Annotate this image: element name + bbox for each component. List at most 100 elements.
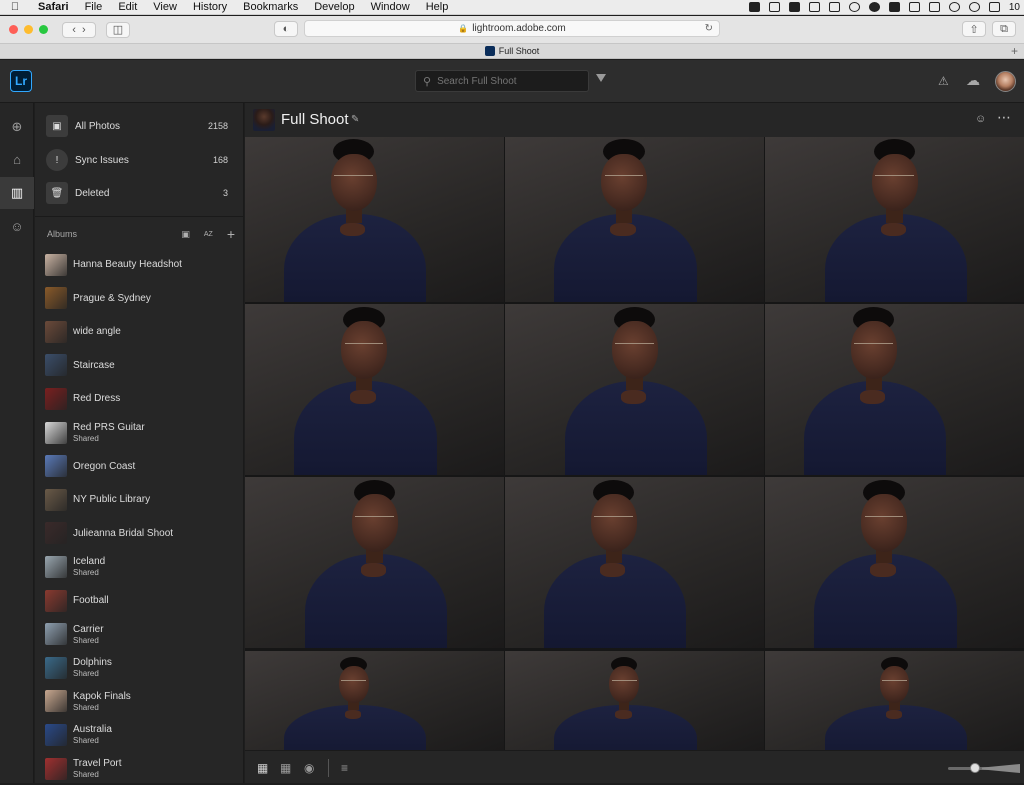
photo-face-shape [871, 153, 918, 211]
sort-albums-button[interactable]: AZ [204, 231, 213, 238]
album-item[interactable]: Hanna Beauty Headshot [35, 248, 244, 281]
photo-thumbnail[interactable] [245, 651, 504, 750]
lightroom-favicon-icon [484, 46, 495, 56]
privacy-report-icon[interactable]: ◐ [274, 21, 298, 37]
photo-thumbnail[interactable] [505, 137, 764, 302]
album-item[interactable]: Iceland Shared [35, 550, 244, 583]
menu-safari[interactable]: Safari [30, 1, 77, 13]
tab-full-shoot[interactable]: Full Shoot [499, 46, 540, 56]
album-name: Hanna Beauty Headshot [73, 259, 182, 270]
detail-view-icon[interactable]: ◉ [304, 761, 314, 775]
photo-thumbnail[interactable] [245, 477, 504, 648]
library-item-sync-issues[interactable]: ! Sync Issues 168 [35, 145, 244, 175]
filter-icon[interactable] [596, 74, 606, 82]
camera-icon[interactable] [788, 2, 800, 12]
album-item[interactable]: Carrier Shared [35, 618, 244, 651]
photo-thumbnail[interactable] [765, 477, 1024, 648]
menu-view[interactable]: View [145, 1, 185, 13]
album-item[interactable]: Travel Port Shared [35, 752, 244, 785]
photo-thumbnail[interactable] [765, 137, 1024, 302]
album-item[interactable]: Oregon Coast [35, 450, 244, 483]
reload-icon[interactable]: ↻ [705, 23, 713, 34]
lightroom-logo[interactable]: Lr [10, 70, 32, 92]
album-item[interactable]: NY Public Library [35, 483, 244, 516]
album-text: Red PRS Guitar Shared [73, 422, 145, 443]
photo-grid-view-icon[interactable]: ▦ [280, 761, 291, 775]
photo-thumbnail[interactable] [505, 477, 764, 648]
more-options-icon[interactable]: ⋯ [997, 109, 1012, 126]
album-item[interactable]: Australia Shared [35, 718, 244, 751]
album-item[interactable]: Prague & Sydney [35, 282, 244, 315]
photo-glasses-shape [334, 175, 374, 177]
photo-thumbnail[interactable] [245, 137, 504, 302]
airplay-icon[interactable] [928, 2, 940, 12]
menu-history[interactable]: History [185, 1, 235, 13]
drop-icon[interactable] [868, 2, 880, 12]
monitor-icon[interactable] [908, 2, 920, 12]
people-icon[interactable]: ☺ [9, 219, 25, 235]
search-input[interactable] [437, 75, 578, 87]
tabs-overview-icon[interactable]: ⧉ [992, 21, 1016, 37]
menu-file[interactable]: File [77, 1, 111, 13]
library-item-label: Sync Issues [75, 154, 129, 166]
photo-thumbnail[interactable] [505, 304, 764, 475]
album-item[interactable]: wide angle [35, 315, 244, 348]
photo-thumbnail[interactable] [505, 651, 764, 750]
display-icon[interactable] [828, 2, 840, 12]
square-grid-view-icon[interactable]: ▦ [257, 761, 268, 775]
info-icon[interactable] [848, 2, 860, 12]
album-item[interactable]: Red Dress [35, 382, 244, 415]
page-title[interactable]: Full Shoot [281, 111, 349, 128]
album-item[interactable]: Kapok Finals Shared [35, 685, 244, 718]
sort-icon[interactable]: ≡ [341, 761, 348, 775]
share-icon[interactable]: ⇧ [962, 21, 986, 37]
menu-help[interactable]: Help [418, 1, 457, 13]
album-shared-label: Shared [73, 669, 99, 679]
thumbnail-size-slider[interactable] [948, 763, 1020, 773]
minimize-window-button[interactable] [24, 25, 33, 34]
sidebar-toggle-icon[interactable]: ◫ [106, 21, 130, 38]
add-photos-icon[interactable]: ⊕ [9, 119, 25, 135]
timemachine-icon[interactable] [948, 2, 960, 12]
wifi-icon[interactable] [968, 2, 980, 12]
album-item[interactable]: Red PRS Guitar Shared [35, 416, 244, 449]
album-thumbnail [45, 522, 67, 545]
photo-thumbnail[interactable] [765, 304, 1024, 475]
photo-thumbnail[interactable] [245, 304, 504, 475]
avatar[interactable] [995, 71, 1016, 92]
apple-icon[interactable]:  [0, 1, 30, 13]
slider-knob[interactable] [970, 763, 980, 773]
album-item[interactable]: Dolphins Shared [35, 651, 244, 684]
new-tab-button[interactable]: + [1011, 44, 1018, 58]
app-icon[interactable] [888, 2, 900, 12]
screen-icon[interactable] [808, 2, 820, 12]
album-item[interactable]: Staircase [35, 349, 244, 382]
address-bar[interactable]: 🔒 lightroom.adobe.com ↻ [304, 20, 720, 37]
cloud-icon[interactable]: ☁ [966, 72, 980, 89]
photo-face-shape [879, 665, 910, 704]
library-item-count: 2158 [207, 121, 228, 131]
share-people-icon[interactable]: ☺ [975, 113, 986, 125]
search-box[interactable]: ⚲ [415, 70, 589, 92]
grid-icon[interactable] [768, 2, 780, 12]
menu-bookmarks[interactable]: Bookmarks [235, 1, 306, 13]
bell-icon[interactable]: ⚠ [938, 74, 949, 88]
pencil-icon[interactable]: ✎ [351, 114, 359, 125]
library-item-all-photos[interactable]: ▣ All Photos 2158 [35, 111, 244, 141]
zoom-window-button[interactable] [39, 25, 48, 34]
home-icon[interactable]: ⌂ [9, 152, 25, 168]
add-album-icon[interactable]: + [227, 226, 235, 242]
menu-window[interactable]: Window [363, 1, 418, 13]
library-icon[interactable]: ▥ [9, 185, 25, 201]
menu-edit[interactable]: Edit [110, 1, 145, 13]
back-forward-buttons[interactable]: ‹ › [62, 21, 96, 38]
dropbox-icon[interactable] [748, 2, 760, 12]
menu-develop[interactable]: Develop [306, 1, 362, 13]
album-item[interactable]: Julieanna Bridal Shoot [35, 517, 244, 550]
library-item-deleted[interactable]: 🗑 Deleted 3 [35, 178, 244, 208]
album-view-icon[interactable]: ▣ [181, 229, 190, 240]
photo-thumbnail[interactable] [765, 651, 1024, 750]
close-window-button[interactable] [9, 25, 18, 34]
album-item[interactable]: Football [35, 584, 244, 617]
volume-icon[interactable] [988, 2, 1000, 12]
